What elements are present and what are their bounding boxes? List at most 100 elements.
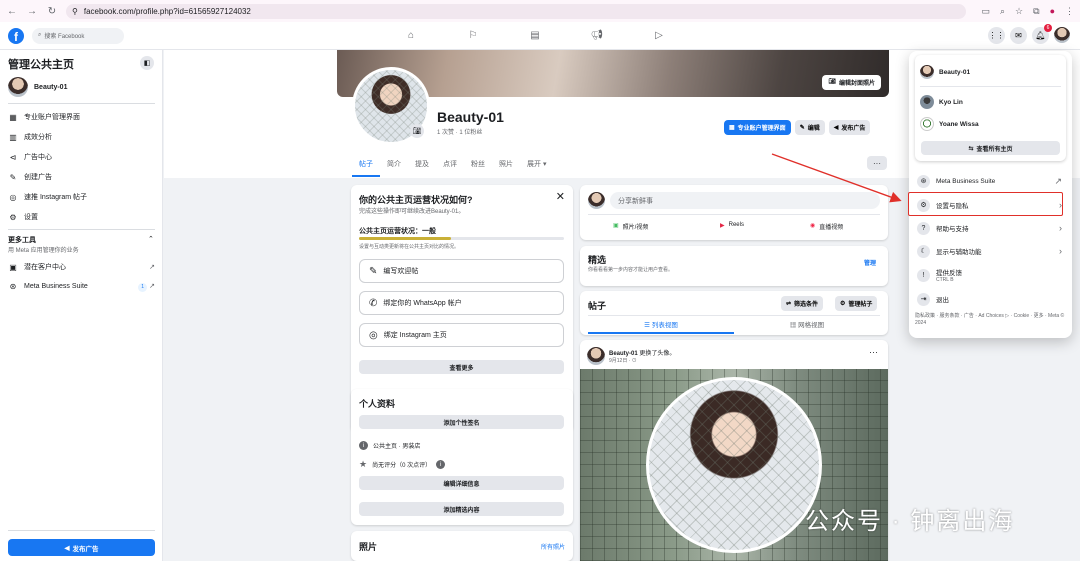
sidebar-item-settings[interactable]: ⚙ 设置: [8, 212, 155, 222]
sidebar-item-insights[interactable]: ▥ 成效分析: [8, 132, 155, 142]
sidebar-item-create-ad[interactable]: ✎ 创建广告: [8, 172, 155, 182]
flag-icon[interactable]: ⚐: [442, 30, 504, 41]
tab-mentions[interactable]: 提及: [408, 155, 436, 177]
megaphone-icon[interactable]: 📢︎: [566, 30, 628, 41]
reels-button[interactable]: ▶ Reels: [720, 222, 744, 229]
profile-icon[interactable]: ●: [1050, 6, 1055, 17]
tab-reviews[interactable]: 点评: [436, 155, 464, 177]
more-options-icon[interactable]: ···: [867, 156, 887, 170]
tab-followers[interactable]: 粉丝: [464, 155, 492, 177]
cast-icon[interactable]: ▭: [981, 6, 990, 17]
camera-icon: 📷︎: [828, 79, 836, 85]
grid-view-tab[interactable]: ▦ 网格视图: [734, 319, 880, 329]
post-author-avatar[interactable]: [587, 347, 605, 365]
see-all-pages-button[interactable]: ⇆ 查看所有主页: [921, 141, 1060, 155]
edit-cover-button[interactable]: 📷︎ 编辑封面照片: [822, 75, 881, 90]
notifications-bell-icon[interactable]: 🔔︎ 6: [1032, 24, 1052, 44]
sidebar-title: 管理公共主页: [8, 59, 74, 71]
post-profile-photo[interactable]: [646, 377, 822, 553]
photo-video-button[interactable]: ▣ 照片/视频: [613, 222, 648, 231]
composer-input[interactable]: 分享新鲜事: [610, 192, 880, 209]
manage-featured-link[interactable]: 管理: [864, 258, 876, 267]
address-bar[interactable]: ⚲ facebook.com/profile.php?id=6156592712…: [66, 3, 966, 19]
account-item[interactable]: Beauty-01: [920, 65, 970, 79]
search-input[interactable]: ⌕ 搜索 Facebook: [32, 27, 124, 44]
notification-badge: 6: [1044, 24, 1052, 32]
photos-title: 照片: [359, 542, 378, 552]
status-label: 公共主页运营状况：一般: [359, 228, 436, 235]
facebook-logo[interactable]: f: [8, 27, 24, 44]
menu-item-business-suite[interactable]: ⊛ Meta Business Suite ↗: [915, 171, 1066, 191]
sidebar-item-dashboard[interactable]: ▦ 专业账户管理界面: [8, 112, 155, 122]
edit-icon: ✎: [9, 172, 17, 182]
insights-icon[interactable]: ▤: [504, 30, 566, 41]
tab-posts[interactable]: 帖子: [352, 155, 380, 177]
menu-item-help-support[interactable]: ? 帮助与支持 ›: [915, 218, 1066, 238]
profile-stats[interactable]: 1 次赞 · 1 位粉丝: [437, 127, 482, 136]
account-avatar[interactable]: [1054, 27, 1070, 43]
sidebar-item-ad-center[interactable]: ⊲ 广告中心: [8, 152, 155, 162]
forward-icon[interactable]: →: [26, 6, 38, 17]
tab-about[interactable]: 简介: [380, 155, 408, 177]
more-tools-heading[interactable]: 更多工具: [8, 235, 36, 245]
menu-item-logout[interactable]: ⇥ 退出: [915, 289, 1066, 309]
info-icon[interactable]: i: [436, 460, 446, 469]
home-icon[interactable]: ⌂: [380, 30, 442, 41]
photo-icon: ▣: [613, 223, 619, 229]
close-icon[interactable]: ✕: [556, 190, 565, 203]
write-welcome-post-button[interactable]: ✎ 编写欢迎帖: [359, 259, 564, 283]
filter-button[interactable]: ⇌ 筛选条件: [781, 296, 824, 311]
reload-icon[interactable]: ↻: [46, 6, 58, 17]
list-view-tab[interactable]: ☰ 列表视图: [588, 319, 734, 334]
menu-item-feedback[interactable]: ! 提供反馈 CTRL B: [915, 265, 1066, 285]
edit-button[interactable]: ✎ 编辑: [794, 120, 825, 135]
site-info-icon[interactable]: ⚲: [72, 7, 78, 16]
browser-menu-icon[interactable]: ⋮: [1065, 6, 1074, 17]
post-time[interactable]: 9月12日 · ⊙: [609, 357, 637, 364]
filter-icon: ⇌: [786, 301, 792, 307]
post-header: Beauty-01 更换了头像。: [609, 348, 675, 357]
sidebar-item-business-suite[interactable]: ⊛ Meta Business Suite 1 ↗: [8, 282, 155, 292]
all-photos-link[interactable]: 所有照片: [541, 542, 565, 551]
photos-card: 照片 所有照片: [351, 531, 573, 561]
account-item[interactable]: Kyo Lin: [920, 95, 963, 109]
publish-ad-button[interactable]: ◀ 发布广告: [828, 120, 871, 135]
menu-item-display-accessibility[interactable]: ☾ 显示与辅助功能 ›: [915, 241, 1066, 261]
feedback-icon: !: [917, 268, 930, 282]
avatar: [920, 65, 934, 79]
bookmark-star-icon[interactable]: ☆: [1015, 6, 1023, 17]
chevron-up-icon[interactable]: ⌃: [148, 235, 154, 243]
count-badge: 1: [138, 282, 148, 292]
extensions-icon[interactable]: ⧉: [1033, 6, 1039, 17]
camera-icon[interactable]: 📷︎: [410, 124, 424, 138]
video-icon[interactable]: ▷: [628, 30, 690, 41]
edit-details-button[interactable]: 编辑详细信息: [359, 476, 564, 490]
tab-more[interactable]: 展开 ▾: [520, 155, 553, 177]
sidebar-item-leads-center[interactable]: ▣ 潜在客户中心 ↗: [8, 262, 155, 272]
sidebar-page-switcher[interactable]: Beauty-01: [8, 77, 67, 97]
live-video-button[interactable]: ◉ 直播视频: [810, 222, 843, 231]
account-item[interactable]: Yoane Wissa: [920, 117, 979, 131]
tab-photos[interactable]: 照片: [492, 155, 520, 177]
publish-ad-button[interactable]: ◀ 发布广告: [8, 539, 155, 556]
chevron-right-icon: ›: [1059, 223, 1062, 233]
add-bio-button[interactable]: 添加个性签名: [359, 415, 564, 429]
collapse-sidebar-icon[interactable]: ◧: [140, 56, 154, 70]
status-note: 设置与互动类更新将在公共主页对比的情况。: [359, 244, 460, 250]
post-options-icon[interactable]: ···: [869, 347, 878, 357]
sidebar-item-boost-instagram[interactable]: ◎ 速推 Instagram 帖子: [8, 192, 155, 202]
manage-posts-button[interactable]: ⚙ 管理帖子: [835, 296, 878, 311]
messenger-icon[interactable]: ✉: [1010, 27, 1027, 44]
accounts-box: Beauty-01 Kyo Lin Yoane Wissa ⇆ 查看所有主页: [915, 55, 1066, 161]
zoom-icon[interactable]: ⌕: [1000, 6, 1005, 17]
apps-grid-icon[interactable]: ⋮⋮: [988, 27, 1005, 44]
manage-page-sidebar: 管理公共主页 ◧ Beauty-01 ▦ 专业账户管理界面 ▥ 成效分析 ⊲ 广告中心…: [0, 50, 163, 561]
back-icon[interactable]: ←: [6, 6, 18, 17]
link-instagram-button[interactable]: ◎ 绑定 Instagram 主页: [359, 323, 564, 347]
add-featured-button[interactable]: 添加精选内容: [359, 502, 564, 516]
live-icon: ◉: [810, 223, 816, 229]
link-whatsapp-button[interactable]: ✆ 绑定你的 WhatsApp 帐户: [359, 291, 564, 315]
professional-dashboard-button[interactable]: ▦ 专业账户管理界面: [724, 120, 791, 135]
see-more-button[interactable]: 查看更多: [359, 360, 564, 374]
post-action: 更换了头像。: [639, 351, 676, 357]
